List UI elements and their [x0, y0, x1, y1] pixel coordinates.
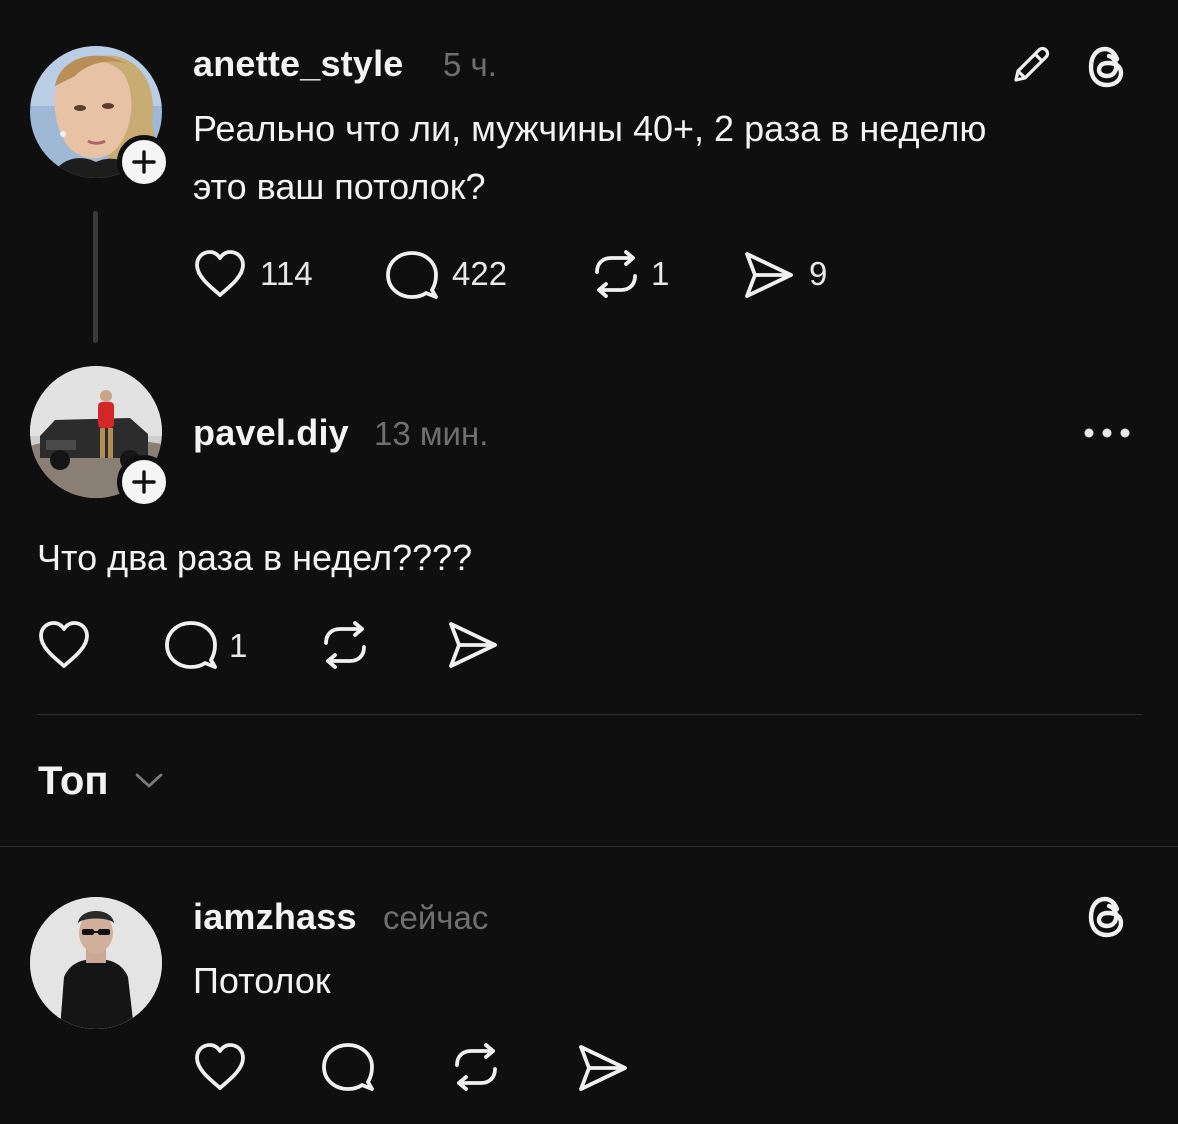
threads-logo-icon[interactable] [1084, 42, 1130, 92]
share-icon[interactable] [743, 250, 795, 300]
reply-count: 422 [452, 255, 508, 292]
heart-icon[interactable] [37, 620, 91, 670]
post-username[interactable]: pavel.diy [193, 412, 349, 454]
reply-count: 1 [229, 627, 248, 664]
chevron-down-icon [134, 771, 164, 789]
post-text-line-1: Реально что ли, мужчины 40+, 2 раза в не… [193, 108, 987, 149]
reply-username[interactable]: iamzhass [193, 896, 357, 938]
more-icon[interactable] [1082, 424, 1132, 442]
post-text-line-2: это ваш потолок? [193, 166, 486, 207]
comment-icon[interactable] [164, 619, 218, 671]
post-timestamp: 13 мин. [374, 415, 489, 452]
share-icon[interactable] [447, 620, 499, 670]
share-count: 9 [809, 255, 828, 292]
threads-logo-icon[interactable] [1084, 892, 1130, 942]
pencil-icon[interactable] [1008, 42, 1054, 88]
post-text: Что два раза в недел???? [37, 537, 473, 578]
share-icon[interactable] [577, 1043, 629, 1093]
thread-connector-line [93, 211, 98, 343]
repost-count: 1 [651, 255, 670, 292]
follow-plus-button[interactable] [117, 135, 171, 189]
sort-label: Топ [38, 759, 109, 803]
avatar[interactable] [30, 897, 162, 1029]
reply-text: Потолок [193, 960, 331, 1001]
reply-timestamp: сейчас [383, 899, 489, 936]
comment-icon[interactable] [385, 249, 439, 301]
repost-icon[interactable] [318, 619, 372, 671]
post-timestamp: 5 ч. [443, 46, 497, 83]
heart-icon[interactable] [193, 1042, 247, 1092]
like-count: 114 [260, 255, 313, 292]
heart-icon[interactable] [193, 249, 247, 299]
repost-icon[interactable] [449, 1041, 503, 1093]
plus-icon [132, 470, 156, 494]
plus-icon [132, 150, 156, 174]
follow-plus-button[interactable] [117, 455, 171, 509]
post-username[interactable]: anette_style [193, 43, 404, 85]
repost-icon[interactable] [589, 248, 643, 300]
section-divider [0, 846, 1178, 847]
comment-icon[interactable] [321, 1041, 375, 1093]
post-divider [37, 714, 1142, 715]
